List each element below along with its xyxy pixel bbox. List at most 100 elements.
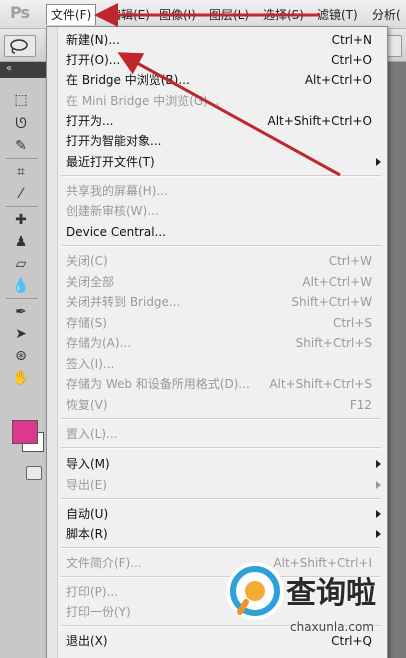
menu-item-shortcut: Alt+Ctrl+O [304, 73, 372, 87]
eraser-icon[interactable]: ▱ [10, 254, 32, 274]
watermark-text: 查询啦 [286, 576, 376, 611]
menu-select[interactable]: 选择(S) [259, 6, 308, 24]
menu-item-label: 存储(S) [66, 316, 107, 330]
blur-icon[interactable]: 💧 [10, 276, 32, 296]
toolbox: « ⬚ ᘎ ✎ ⌗ ⁄ ✚ ♟ ▱ 💧 ✒ ➤ ⊛ ✋ [0, 62, 47, 658]
menu-file[interactable]: 文件(F) [46, 4, 97, 25]
file-menu-dropdown: 新建(N)... Ctrl+N 打开(O)... Ctrl+O 在 Bridge… [46, 26, 388, 658]
submenu-arrow-icon [376, 510, 381, 518]
crop-tool-icon[interactable]: ⌗ [10, 162, 32, 182]
menu-item-label: 打开为智能对象... [66, 134, 162, 148]
menu-item-new[interactable]: 新建(N)... Ctrl+N [47, 30, 387, 50]
quick-selection-icon[interactable]: ✎ [10, 136, 32, 156]
menu-item-label: 恢复(V) [66, 398, 108, 412]
foreground-color-swatch[interactable] [12, 420, 38, 444]
clone-stamp-icon[interactable]: ♟ [10, 232, 32, 252]
menu-item-open[interactable]: 打开(O)... Ctrl+O [47, 50, 387, 70]
menu-item-export[interactable]: 导出(E) [47, 475, 387, 495]
menu-separator [61, 498, 381, 500]
menu-separator [61, 447, 381, 449]
quick-mask-button[interactable] [26, 466, 42, 480]
menu-item-label: 打印(P)... [66, 585, 119, 599]
submenu-arrow-icon [376, 530, 381, 538]
menu-item-browse-bridge[interactable]: 在 Bridge 中浏览(B)... Alt+Ctrl+O [47, 70, 387, 90]
menu-item-recent-files[interactable]: 最近打开文件(T) [47, 152, 387, 172]
watermark-logo [226, 562, 284, 620]
menu-item-close[interactable]: 关闭(C) Ctrl+W [47, 251, 387, 271]
menu-item-share-screen[interactable]: 共享我的屏幕(H)... [47, 181, 387, 201]
submenu-arrow-icon [376, 481, 381, 489]
menu-bar: Ps 文件(F) 编辑(E) 图像(I) 图层(L) 选择(S) 滤镜(T) 分… [0, 0, 406, 29]
healing-brush-icon[interactable]: ✚ [10, 210, 32, 230]
menu-item-check-in[interactable]: 签入(I)... [47, 354, 387, 374]
menu-item-label: 导出(E) [66, 478, 107, 492]
lasso-tool-icon[interactable]: ᘎ [10, 114, 32, 134]
pen-tool-icon[interactable]: ✒ [10, 302, 32, 322]
menu-item-shortcut: Ctrl+S [332, 316, 372, 330]
photoshop-window: Ps 文件(F) 编辑(E) 图像(I) 图层(L) 选择(S) 滤镜(T) 分… [0, 0, 406, 658]
menu-edit[interactable]: 编辑(E) [105, 6, 154, 24]
menu-item-save-for-web[interactable]: 存储为 Web 和设备所用格式(D)... Alt+Shift+Ctrl+S [47, 374, 387, 394]
menu-item-label: 签入(I)... [66, 357, 115, 371]
menu-item-label: 置入(L)... [66, 427, 118, 441]
toolbox-divider [6, 206, 38, 207]
marquee-tool-icon[interactable]: ⬚ [10, 90, 32, 110]
menu-item-label: 在 Bridge 中浏览(B)... [66, 73, 190, 87]
menu-item-label: Device Central... [66, 225, 166, 239]
menu-layer[interactable]: 图层(L) [205, 6, 253, 24]
menu-item-shortcut: Ctrl+Q [331, 634, 372, 648]
menu-item-close-go-bridge[interactable]: 关闭并转到 Bridge... Shift+Ctrl+W [47, 292, 387, 312]
menu-item-label: 文件简介(F)... [66, 556, 142, 570]
menu-image[interactable]: 图像(I) [155, 6, 200, 24]
menu-item-open-smart-object[interactable]: 打开为智能对象... [47, 131, 387, 151]
menu-item-device-central[interactable]: Device Central... [47, 222, 387, 242]
menu-item-exit[interactable]: 退出(X) Ctrl+Q [47, 631, 387, 651]
eyedropper-icon[interactable]: ⁄ [10, 184, 32, 204]
menu-item-label: 打印一份(Y) [66, 605, 131, 619]
menu-filter[interactable]: 滤镜(T) [313, 6, 362, 24]
menu-item-label: 自动(U) [66, 507, 109, 521]
tool-preset-picker[interactable] [4, 35, 36, 57]
lasso-icon [10, 39, 28, 54]
watermark-url: chaxunla.com [290, 620, 374, 634]
menu-item-label: 打开为... [66, 114, 114, 128]
menu-item-save-as[interactable]: 存储为(A)... Shift+Ctrl+S [47, 333, 387, 353]
menu-item-shortcut: Ctrl+W [328, 254, 372, 268]
menu-item-open-as[interactable]: 打开为... Alt+Shift+Ctrl+O [47, 111, 387, 131]
menu-item-label: 关闭并转到 Bridge... [66, 295, 181, 309]
menu-item-save[interactable]: 存储(S) Ctrl+S [47, 313, 387, 333]
toolbox-grip[interactable]: « [0, 62, 46, 78]
menu-item-label: 关闭全部 [66, 275, 115, 289]
menu-analysis[interactable]: 分析( [368, 6, 405, 24]
menu-item-label: 最近打开文件(T) [66, 155, 155, 169]
menu-separator [61, 418, 381, 420]
toolbox-divider [6, 298, 38, 299]
menu-item-label: 共享我的屏幕(H)... [66, 184, 168, 198]
menu-item-automate[interactable]: 自动(U) [47, 504, 387, 524]
menu-item-label: 脚本(R) [66, 527, 108, 541]
submenu-arrow-icon [376, 460, 381, 468]
toolbox-divider [6, 158, 38, 159]
menu-item-close-all[interactable]: 关闭全部 Alt+Ctrl+W [47, 272, 387, 292]
menu-item-label: 存储为(A)... [66, 336, 132, 350]
menu-item-browse-mini-bridge[interactable]: 在 Mini Bridge 中浏览(G)... [47, 91, 387, 111]
menu-item-shortcut: Ctrl+O [331, 53, 372, 67]
submenu-arrow-icon [376, 158, 381, 166]
menu-separator [61, 547, 381, 549]
menu-item-label: 打开(O)... [66, 53, 121, 67]
menu-item-import[interactable]: 导入(M) [47, 454, 387, 474]
menu-item-place[interactable]: 置入(L)... [47, 424, 387, 444]
collapse-icon[interactable]: « [6, 63, 12, 74]
menu-item-new-review[interactable]: 创建新审核(W)... [47, 201, 387, 221]
menu-item-label: 退出(X) [66, 634, 108, 648]
menu-item-shortcut: Shift+Ctrl+S [295, 336, 372, 350]
menu-item-revert[interactable]: 恢复(V) F12 [47, 395, 387, 415]
menu-item-scripts[interactable]: 脚本(R) [47, 524, 387, 544]
menu-item-label: 在 Mini Bridge 中浏览(G)... [66, 94, 220, 108]
hand-tool-icon[interactable]: ✋ [10, 368, 32, 388]
menu-item-shortcut: Alt+Ctrl+W [302, 275, 372, 289]
menu-item-shortcut: Alt+Shift+Ctrl+S [269, 377, 372, 391]
3d-rotate-icon[interactable]: ⊛ [10, 346, 32, 366]
menu-item-label: 关闭(C) [66, 254, 108, 268]
path-selection-icon[interactable]: ➤ [10, 324, 32, 344]
